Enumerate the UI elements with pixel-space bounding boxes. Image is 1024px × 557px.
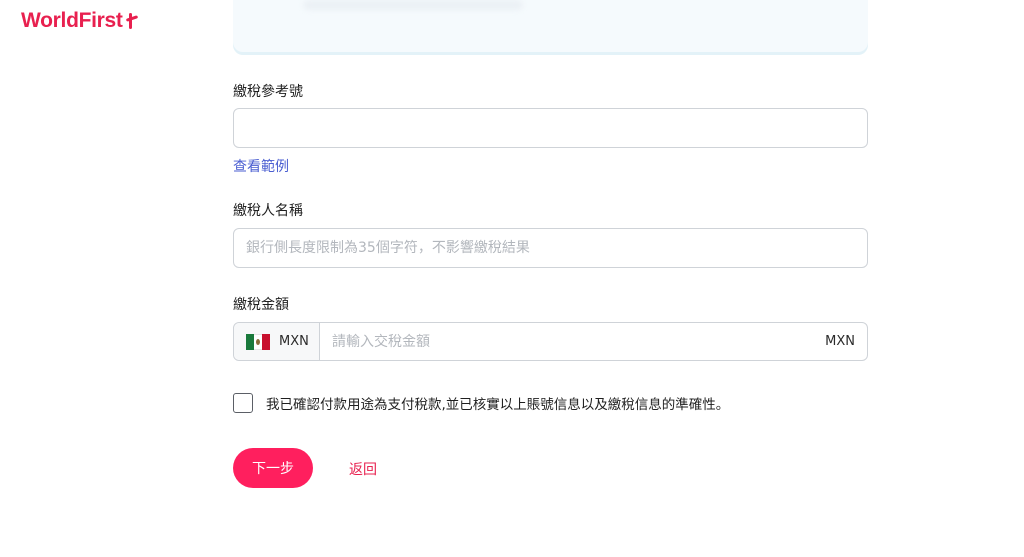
tax-ref-label: 繳稅參考號	[233, 84, 303, 100]
blurred-content	[303, 0, 523, 10]
next-step-button[interactable]: 下一步	[233, 448, 313, 488]
confirm-checkbox[interactable]	[233, 393, 253, 413]
mexico-flag-icon	[246, 333, 270, 350]
tax-amount-field: MXN MXN	[233, 322, 868, 361]
confirm-row: 我已確認付款用途為支付稅款,並已核實以上賬號信息以及繳稅信息的準確性。	[233, 393, 729, 413]
tax-ref-field	[233, 108, 868, 148]
taxpayer-name-field	[233, 228, 868, 268]
confirm-text: 我已確認付款用途為支付稅款,並已核實以上賬號信息以及繳稅信息的準確性。	[266, 397, 730, 413]
previous-section-card	[233, 0, 868, 52]
logo-text: WorldFirst	[21, 9, 123, 32]
logo-mark-icon	[124, 12, 138, 30]
tax-ref-input[interactable]	[234, 109, 867, 147]
tax-amount-label: 繳稅金額	[233, 297, 289, 313]
worldfirst-logo[interactable]: WorldFirst	[21, 9, 138, 33]
currency-code: MXN	[279, 334, 309, 349]
view-example-link[interactable]: 查看範例	[233, 156, 289, 176]
currency-select[interactable]: MXN	[234, 323, 320, 360]
amount-currency-suffix: MXN	[825, 334, 855, 349]
taxpayer-name-label: 繳稅人名稱	[233, 203, 303, 219]
taxpayer-name-input[interactable]	[234, 229, 867, 267]
tax-amount-input[interactable]	[320, 323, 826, 360]
back-link[interactable]: 返回	[349, 459, 377, 479]
